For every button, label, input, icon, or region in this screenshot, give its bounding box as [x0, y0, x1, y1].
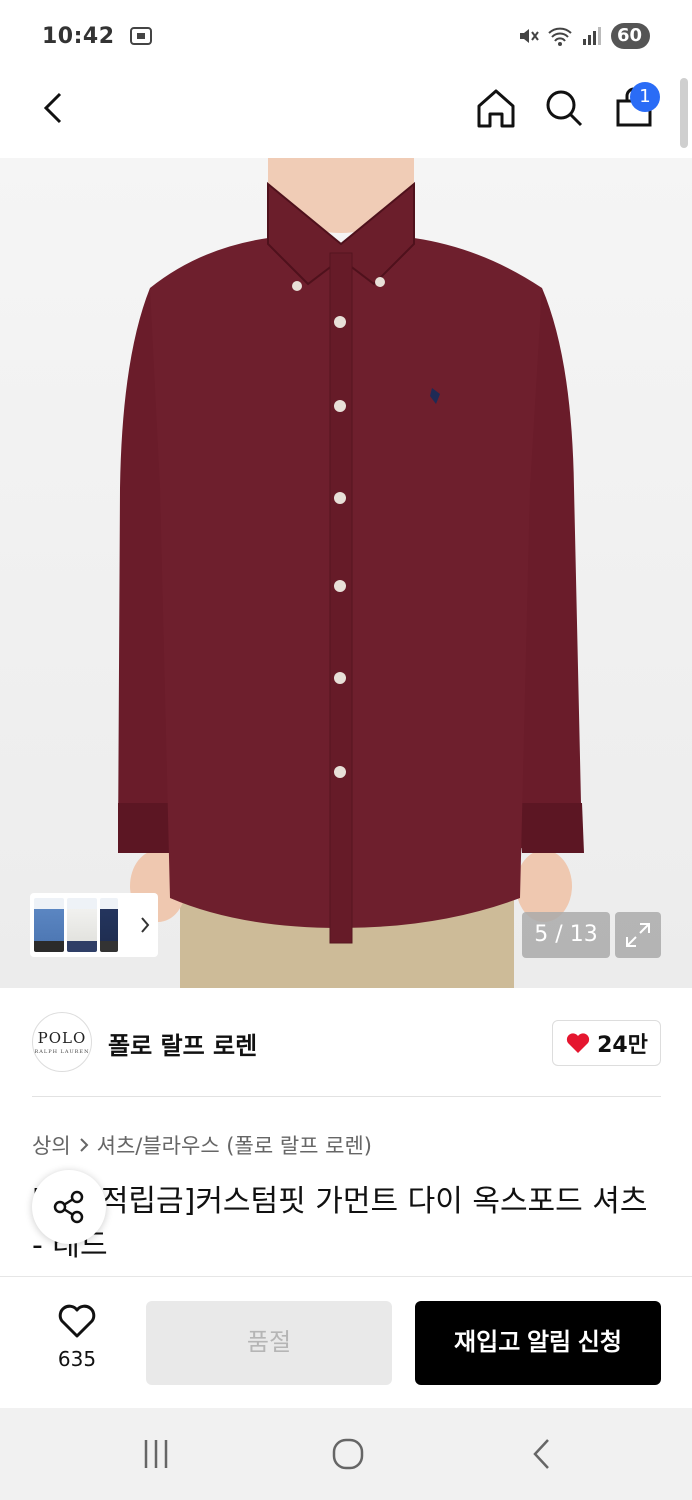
product-image: [118, 158, 584, 988]
circle-home-icon: [332, 1438, 364, 1470]
mute-icon: [519, 29, 539, 43]
battery-indicator: 60: [610, 23, 650, 49]
thumbnail-navy-shirt[interactable]: [100, 898, 118, 952]
status-bar: 10:42 60: [0, 0, 692, 72]
chevron-right-icon: [141, 917, 150, 933]
expand-button[interactable]: [615, 912, 661, 958]
search-button[interactable]: [540, 84, 588, 132]
chevron-right-icon: [79, 1138, 89, 1152]
soldout-button: 품절: [146, 1301, 392, 1385]
breadcrumb-subcategory[interactable]: 셔츠/블라우스 (폴로 랄프 로렌): [97, 1130, 372, 1160]
brand-row: POLO RALPH LAUREN 폴로 랄프 로렌 24만: [0, 988, 692, 1096]
brand-logo-text: POLO: [37, 1029, 87, 1047]
home-button[interactable]: [472, 84, 520, 132]
thumbnail-white-shirt[interactable]: [67, 898, 97, 952]
thumbnail-strip[interactable]: [30, 893, 158, 957]
top-navigation: [0, 72, 692, 158]
brand-like-count: 24만: [597, 1033, 648, 1058]
wifi-icon: [548, 27, 572, 46]
chevron-left-icon: [533, 1439, 549, 1469]
recent-apps-button[interactable]: [136, 1434, 176, 1474]
share-button[interactable]: [32, 1170, 106, 1244]
product-title: [5% 적립금]커스텀핏 가먼트 다이 옥스포드 셔츠 - 레드: [32, 1184, 648, 1263]
share-icon: [53, 1190, 84, 1224]
expand-icon: [626, 923, 650, 947]
brand-logo[interactable]: POLO RALPH LAUREN: [32, 1012, 92, 1072]
recent-apps-icon: [144, 1440, 168, 1468]
brand-logo-subtext: RALPH LAUREN: [34, 1049, 90, 1055]
thumbnail-blue-shirt[interactable]: [34, 898, 64, 952]
system-navigation-bar: [0, 1408, 692, 1500]
back-button[interactable]: [30, 84, 78, 132]
bottom-action-bar: 635 품절 재입고 알림 신청: [0, 1276, 692, 1408]
chevron-left-icon: [43, 92, 62, 124]
home-nav-button[interactable]: [328, 1434, 368, 1474]
status-time: 10:42: [42, 23, 115, 49]
heart-outline-icon: [58, 1304, 96, 1338]
home-icon: [477, 89, 515, 128]
breadcrumb: 상의 셔츠/블라우스 (폴로 랄프 로렌): [32, 1130, 372, 1160]
heart-filled-icon: [566, 1033, 590, 1053]
brand-like-button[interactable]: 24만: [552, 1020, 661, 1066]
screen-capture-icon: [129, 27, 152, 45]
divider: [32, 1096, 661, 1097]
wishlist-count: 635: [57, 1347, 97, 1371]
breadcrumb-category[interactable]: 상의: [32, 1130, 71, 1160]
image-counter: 5 / 13: [522, 912, 610, 958]
wishlist-button[interactable]: 635: [40, 1303, 114, 1371]
cart-count-badge: 1: [630, 82, 660, 112]
signal-icon: [582, 27, 601, 45]
brand-name[interactable]: 폴로 랄프 로렌: [108, 1026, 257, 1061]
restock-alert-button[interactable]: 재입고 알림 신청: [415, 1301, 661, 1385]
product-image-gallery[interactable]: 5 / 13: [0, 158, 692, 988]
scrollbar[interactable]: [680, 78, 688, 148]
search-icon: [546, 90, 583, 127]
system-back-button[interactable]: [522, 1434, 562, 1474]
